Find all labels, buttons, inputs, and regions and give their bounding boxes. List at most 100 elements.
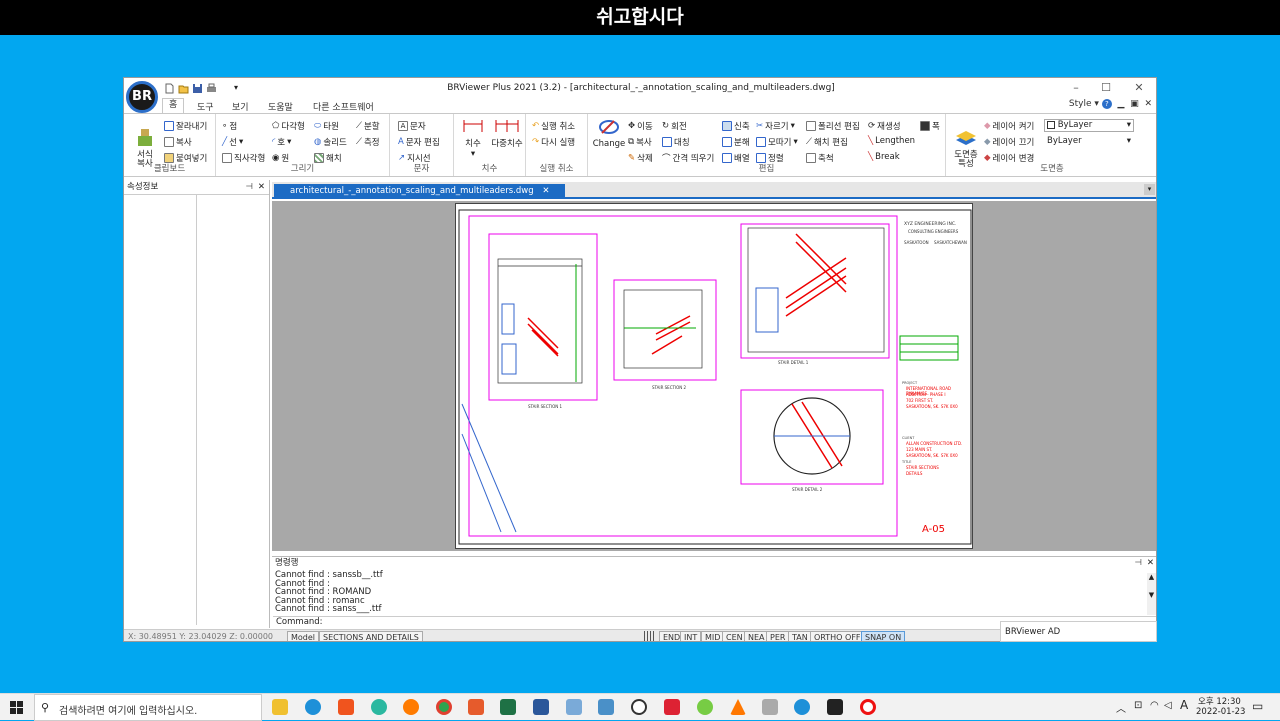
snap-nea[interactable]: NEA	[744, 631, 769, 641]
chrome-icon[interactable]	[436, 699, 452, 715]
app-icon-screen[interactable]	[598, 699, 614, 715]
trim-button[interactable]: ✂ 자르기 ▾	[756, 120, 795, 132]
snap-int[interactable]: INT	[680, 631, 702, 641]
wifi-icon[interactable]: ◠	[1150, 700, 1159, 711]
edit-copy-button[interactable]: ⧉ 복사	[628, 136, 652, 148]
notification-popup[interactable]: BRViewer AD	[1000, 621, 1157, 642]
multi-dim-button[interactable]: 다중치수	[490, 118, 524, 149]
pin-icon[interactable]: ⊣	[246, 180, 253, 194]
snap-toggle[interactable]: SNAP ON	[861, 631, 906, 641]
undo-button[interactable]: ↶ 실행 취소	[532, 120, 575, 132]
point-button[interactable]: ∘ 점	[222, 120, 237, 132]
app-icon-blue[interactable]	[566, 699, 582, 715]
tab-tools[interactable]: 도구	[197, 100, 214, 113]
text-edit-button[interactable]: A 문자 편집	[398, 136, 440, 148]
layer-off-button[interactable]: ◆ 레이어 끄기	[984, 136, 1034, 148]
app-icon-teal[interactable]	[371, 699, 387, 715]
print-icon[interactable]	[206, 83, 217, 94]
break-button[interactable]: ╲ Break	[868, 152, 900, 162]
polygon-button[interactable]: ⬠ 다각형	[272, 120, 305, 132]
layer-on-button[interactable]: ◆ 레이어 켜기	[984, 120, 1034, 132]
tab-home[interactable]: 홈	[162, 98, 185, 113]
panel-close-icon[interactable]: ✕	[258, 180, 265, 194]
drawing-canvas[interactable]: XYZ ENGINEERING INC. CONSULTING ENGINEER…	[272, 201, 1156, 551]
width-button[interactable]: 폭	[920, 120, 940, 132]
tab-other-software[interactable]: 다른 소프트웨어	[313, 100, 374, 113]
ribbon-minimize-icon[interactable]: ▁	[1115, 99, 1125, 109]
tab-help[interactable]: 도움말	[268, 100, 293, 113]
new-file-icon[interactable]	[164, 83, 175, 94]
tab-view[interactable]: 보기	[232, 100, 249, 113]
volume-icon[interactable]: ◁	[1164, 700, 1172, 711]
app-icon-dark[interactable]	[827, 699, 843, 715]
style-dropdown-icon[interactable]: ▾	[1094, 99, 1099, 109]
lengthen-button[interactable]: ╲ Lengthen	[868, 136, 915, 146]
command-pin-icon[interactable]: ⊣	[1135, 557, 1142, 570]
rotate-button[interactable]: ↻ 회전	[662, 120, 687, 132]
snap-per[interactable]: PER	[766, 631, 790, 641]
ime-indicator[interactable]: A	[1180, 698, 1188, 712]
text-button[interactable]: A 문자	[398, 120, 426, 132]
calculator-icon[interactable]	[762, 699, 778, 715]
dim-button[interactable]: 치수 ▾	[460, 118, 486, 159]
ribbon-close-icon[interactable]: ✕	[1142, 99, 1152, 109]
tray-chevron-icon[interactable]: ︿	[1116, 700, 1126, 715]
network-icon[interactable]: ⊡	[1134, 700, 1142, 711]
chamfer-button[interactable]: 모따기 ▾	[756, 136, 798, 148]
powerpoint-icon[interactable]	[468, 699, 484, 715]
maximize-button[interactable]: ☐	[1096, 80, 1116, 96]
app-icon-green[interactable]	[697, 699, 713, 715]
arc-button[interactable]: ◜ 호 ▾	[272, 136, 291, 148]
layer-color-combo[interactable]: ByLayer ▾	[1044, 119, 1134, 132]
model-tab[interactable]: Model	[287, 631, 320, 641]
edge-browser-icon[interactable]	[305, 699, 321, 715]
layout-tab[interactable]: SECTIONS AND DETAILS	[319, 631, 423, 641]
save-icon[interactable]	[192, 83, 203, 94]
notification-icon[interactable]: ▭	[1252, 699, 1263, 713]
snap-cen[interactable]: CEN	[722, 631, 747, 641]
document-tab-close-icon[interactable]: ✕	[542, 186, 549, 196]
clock-time[interactable]: 오후 12:30	[1198, 695, 1241, 707]
hatch-edit-button[interactable]: ⟋ 해치 편집	[806, 136, 848, 148]
divide-button[interactable]: ⟋ 분할	[356, 120, 380, 132]
word-icon[interactable]	[533, 699, 549, 715]
ellipse-button[interactable]: ⬭ 타원	[314, 120, 339, 132]
close-button[interactable]: ✕	[1129, 80, 1149, 96]
pedit-button[interactable]: 폴리선 편집	[806, 120, 860, 132]
minimize-button[interactable]: –	[1066, 80, 1086, 96]
properties-column-divider[interactable]	[196, 195, 197, 625]
grid-icon[interactable]	[644, 631, 656, 641]
move-button[interactable]: ✥ 이동	[628, 120, 653, 132]
file-explorer-icon[interactable]	[272, 699, 288, 715]
vlc-icon[interactable]	[730, 699, 746, 715]
line-button[interactable]: ╱ 선 ▾	[222, 136, 243, 148]
mirror-button[interactable]: 대칭	[662, 136, 690, 148]
firefox-icon[interactable]	[403, 699, 419, 715]
app-icon-globe[interactable]	[794, 699, 810, 715]
windows-start-icon[interactable]	[10, 701, 23, 714]
open-folder-icon[interactable]	[178, 83, 189, 94]
stretch-button[interactable]: 신축	[722, 120, 750, 132]
copy-button[interactable]: 복사	[164, 136, 192, 148]
snap-tan[interactable]: TAN	[788, 631, 812, 641]
brave-browser-icon[interactable]	[338, 699, 354, 715]
snap-mid[interactable]: MID	[701, 631, 725, 641]
layer-linetype-combo[interactable]: ByLayer ▾	[1044, 135, 1134, 148]
excel-icon[interactable]	[500, 699, 516, 715]
app-icon-search[interactable]	[631, 699, 647, 715]
cut-button[interactable]: 잘라내기	[164, 120, 207, 132]
taskbar-search-box[interactable]: ⚲ 검색하려면 여기에 입력하십시오.	[34, 694, 262, 721]
style-menu[interactable]: Style	[1069, 99, 1092, 109]
tabs-dropdown-icon[interactable]: ▾	[1144, 184, 1155, 195]
app-icon-red[interactable]	[664, 699, 680, 715]
opera-icon[interactable]	[860, 699, 876, 715]
change-button[interactable]: Change	[592, 118, 626, 149]
command-scrollbar[interactable]: ▲ ▼	[1147, 573, 1156, 615]
regen-button[interactable]: ⟳ 재생성	[868, 120, 901, 132]
clock-date[interactable]: 2022-01-23	[1196, 707, 1245, 717]
measure-button[interactable]: ⟋ 측정	[356, 136, 380, 148]
explode-button[interactable]: 분해	[722, 136, 750, 148]
command-close-icon[interactable]: ✕	[1147, 557, 1154, 570]
ribbon-restore-icon[interactable]: ▣	[1127, 99, 1139, 109]
redo-button[interactable]: ↷ 다시 실행	[532, 136, 575, 148]
